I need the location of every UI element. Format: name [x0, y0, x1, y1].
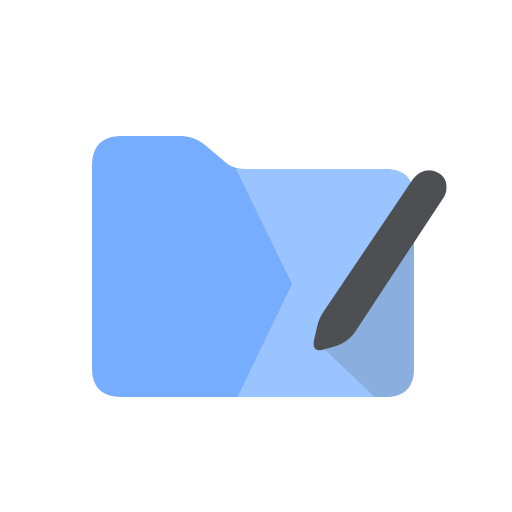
app-icon-canvas [0, 0, 512, 512]
folder-edit-icon [92, 136, 447, 397]
